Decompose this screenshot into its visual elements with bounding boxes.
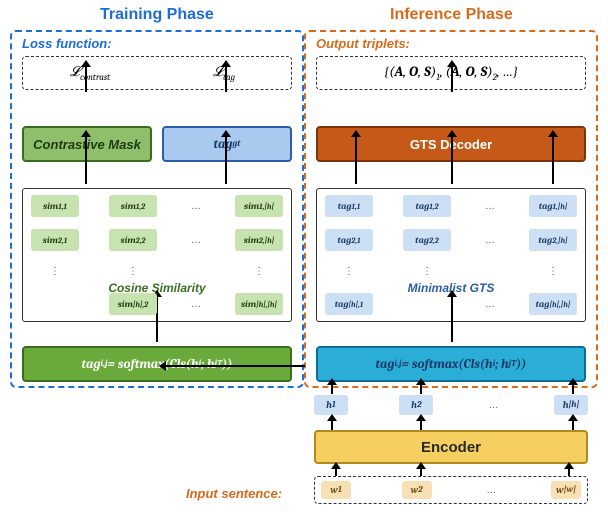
tag-cell: tag2,2 bbox=[403, 229, 451, 251]
sim-cell: sim2,1 bbox=[31, 229, 79, 251]
training-phase-label: Training Phase bbox=[100, 6, 214, 24]
arrow-icon bbox=[331, 420, 333, 430]
sim-cell: sim1,1 bbox=[31, 195, 79, 217]
arrow-icon bbox=[165, 365, 305, 367]
training-mid-row: Contrastive Mask taggt bbox=[22, 126, 292, 162]
sim-cell: sim2,2 bbox=[109, 229, 157, 251]
softmax-training: tagi,j = softmax​(Cls(hi; hjT)) bbox=[22, 346, 292, 382]
tag-cell: tag1,1 bbox=[325, 195, 373, 217]
encoder-block: Encoder bbox=[314, 430, 588, 464]
vdots: ⋮ bbox=[235, 263, 283, 281]
sim-cell: sim|h|,|h| bbox=[235, 293, 283, 315]
arrow-icon bbox=[572, 420, 574, 430]
arrow-icon bbox=[552, 136, 554, 184]
hdots: … bbox=[482, 485, 500, 496]
input-sentence-label: Input sentence: bbox=[186, 486, 282, 501]
arrow-icon bbox=[420, 420, 422, 430]
cosine-similarity-grid: Cosine Similarity sim1,1 sim1,2 … sim1,|… bbox=[22, 188, 292, 322]
inference-phase-label: Inference Phase bbox=[390, 6, 513, 24]
w-cell: w1 bbox=[321, 481, 351, 499]
hdots: … bbox=[187, 299, 205, 310]
sim-cell: sim1,2 bbox=[109, 195, 157, 217]
arrow-icon bbox=[225, 66, 227, 92]
vdots bbox=[481, 263, 499, 281]
softmax-inference: tagi,j = softmax​(Cls(hi; hjT)) bbox=[316, 346, 586, 382]
sim-cell: sim2,|h| bbox=[235, 229, 283, 251]
h-cell: h|h| bbox=[554, 395, 588, 415]
h-cell: h2 bbox=[399, 395, 433, 415]
hdots: … bbox=[485, 400, 503, 411]
hdots: … bbox=[187, 235, 205, 246]
hdots: … bbox=[187, 201, 205, 212]
arrow-icon bbox=[568, 468, 570, 476]
w-cell: w2 bbox=[402, 481, 432, 499]
w-cell: w|w| bbox=[551, 481, 581, 499]
tag-cell: tag1,|h| bbox=[529, 195, 577, 217]
arrow-icon bbox=[331, 384, 333, 394]
arrow-icon bbox=[85, 66, 87, 92]
hdots: … bbox=[481, 299, 499, 310]
tag-cell: tag2,|h| bbox=[529, 229, 577, 251]
sim-cell: sim|h|,2 bbox=[109, 293, 157, 315]
output-triplets-title: Output triplets: bbox=[316, 36, 410, 51]
tag-cell: tag2,1 bbox=[325, 229, 373, 251]
input-tokens-box: w1 w2 … w|w| bbox=[314, 476, 588, 504]
hdots: … bbox=[481, 201, 499, 212]
arrow-icon bbox=[420, 468, 422, 476]
arrow-icon bbox=[85, 136, 87, 184]
h-cell: h1 bbox=[314, 395, 348, 415]
tag-cell: tag|h|,|h| bbox=[529, 293, 577, 315]
arrow-icon bbox=[420, 384, 422, 394]
arrow-icon bbox=[451, 136, 453, 184]
arrow-icon bbox=[225, 136, 227, 184]
vdots bbox=[187, 263, 205, 281]
sim-cell: sim1,|h| bbox=[235, 195, 283, 217]
hidden-states-row: h1 h2 … h|h| bbox=[314, 394, 588, 416]
tag-cell: tag1,2 bbox=[403, 195, 451, 217]
vdots: ⋮ bbox=[31, 263, 79, 281]
vdots: ⋮ bbox=[109, 263, 157, 281]
hdots: … bbox=[481, 235, 499, 246]
vdots: ⋮ bbox=[325, 263, 373, 281]
loss-box: 𝓛contrast 𝓛tag bbox=[22, 56, 292, 90]
arrow-icon bbox=[451, 66, 453, 92]
vdots: ⋮ bbox=[529, 263, 577, 281]
tag-cell: tag|h|,1 bbox=[325, 293, 373, 315]
minimalist-gts-grid: Minimalist GTS tag1,1 tag1,2 … tag1,|h| … bbox=[316, 188, 586, 322]
arrow-icon bbox=[335, 468, 337, 476]
loss-function-title: Loss function: bbox=[22, 36, 112, 51]
arrow-icon bbox=[355, 136, 357, 184]
vdots: ⋮ bbox=[403, 263, 451, 281]
arrow-icon bbox=[572, 384, 574, 394]
